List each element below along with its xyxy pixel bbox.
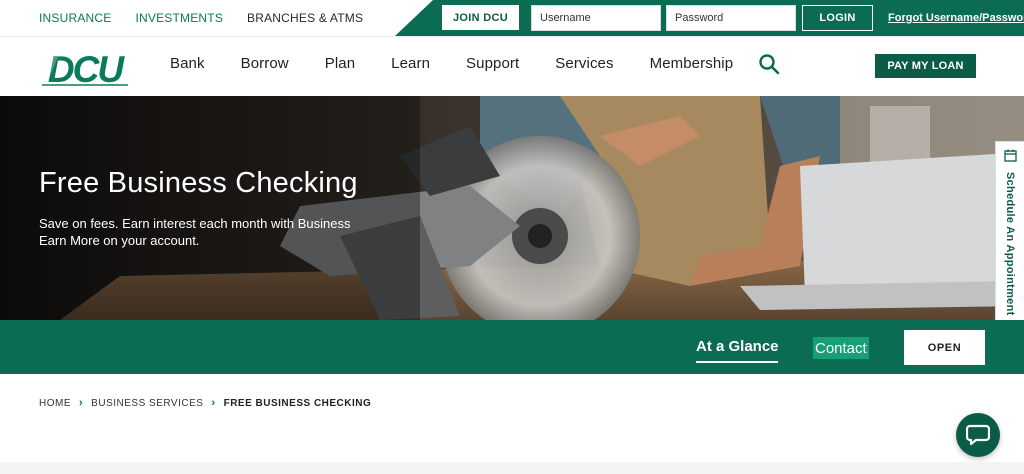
page-subnav: At a Glance Contact OPEN xyxy=(0,320,1024,374)
chevron-right-icon: › xyxy=(211,397,216,409)
password-input[interactable] xyxy=(666,5,796,31)
forgot-credentials-link[interactable]: Forgot Username/Password xyxy=(888,0,1024,36)
nav-item-bank[interactable]: Bank xyxy=(170,55,205,72)
main-nav: DCU Bank Borrow Plan Learn Support Servi… xyxy=(0,36,1024,96)
hero-banner: Free Business Checking Save on fees. Ear… xyxy=(0,96,1024,320)
search-icon[interactable] xyxy=(758,53,780,75)
breadcrumb-business-services[interactable]: BUSINESS SERVICES xyxy=(91,398,203,409)
join-button[interactable]: JOIN DCU xyxy=(442,5,519,30)
username-input[interactable] xyxy=(531,5,661,31)
breadcrumb-home[interactable]: HOME xyxy=(39,398,71,409)
schedule-appointment-tab[interactable]: Schedule An Appointment xyxy=(995,141,1024,335)
schedule-appointment-label: Schedule An Appointment xyxy=(1004,172,1016,316)
breadcrumb-current: FREE BUSINESS CHECKING xyxy=(223,397,372,409)
nav-item-membership[interactable]: Membership xyxy=(650,55,734,72)
dcu-logo[interactable]: DCU xyxy=(38,51,132,87)
chat-button[interactable] xyxy=(956,413,1000,457)
logo-text: DCU xyxy=(48,51,125,87)
utility-bar: INSURANCE INVESTMENTS BRANCHES & ATMS JO… xyxy=(0,0,1024,36)
nav-item-support[interactable]: Support xyxy=(466,55,519,72)
hero-subtitle: Save on fees. Earn interest each month w… xyxy=(39,216,351,248)
nav-item-services[interactable]: Services xyxy=(555,55,613,72)
login-button[interactable]: LOGIN xyxy=(802,5,873,31)
nav-item-borrow[interactable]: Borrow xyxy=(241,55,289,72)
page-bottom-strip xyxy=(0,462,1024,474)
open-account-button[interactable]: OPEN xyxy=(904,330,985,365)
page: INSURANCE INVESTMENTS BRANCHES & ATMS JO… xyxy=(0,0,1024,474)
active-tab-underline xyxy=(696,361,778,363)
nav-items: Bank Borrow Plan Learn Support Services … xyxy=(170,37,769,89)
utility-link-insurance[interactable]: INSURANCE xyxy=(39,11,111,25)
chat-icon xyxy=(966,424,990,446)
tab-contact[interactable]: Contact xyxy=(813,337,869,359)
nav-item-plan[interactable]: Plan xyxy=(325,55,355,72)
hero-photo xyxy=(0,96,1024,320)
pay-my-loan-button[interactable]: PAY MY LOAN xyxy=(875,54,976,78)
calendar-icon xyxy=(1004,149,1017,162)
chevron-right-icon: › xyxy=(79,397,84,409)
utility-link-investments[interactable]: INVESTMENTS xyxy=(135,11,223,25)
utility-link-branches[interactable]: BRANCHES & ATMS xyxy=(247,11,363,25)
breadcrumb: HOME › BUSINESS SERVICES › FREE BUSINESS… xyxy=(39,397,371,409)
nav-item-learn[interactable]: Learn xyxy=(391,55,430,72)
hero-title: Free Business Checking xyxy=(39,167,358,199)
tab-at-a-glance[interactable]: At a Glance xyxy=(696,338,779,355)
utility-links: INSURANCE INVESTMENTS BRANCHES & ATMS xyxy=(39,0,387,36)
